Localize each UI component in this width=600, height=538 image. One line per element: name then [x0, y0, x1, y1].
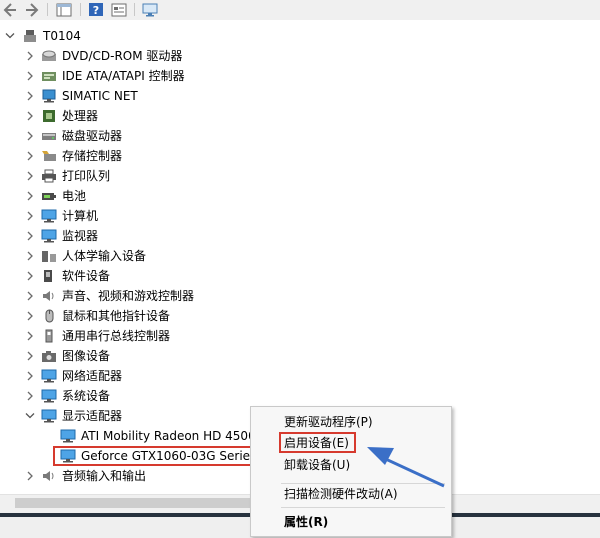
- annotation-arrow-icon: [367, 447, 445, 488]
